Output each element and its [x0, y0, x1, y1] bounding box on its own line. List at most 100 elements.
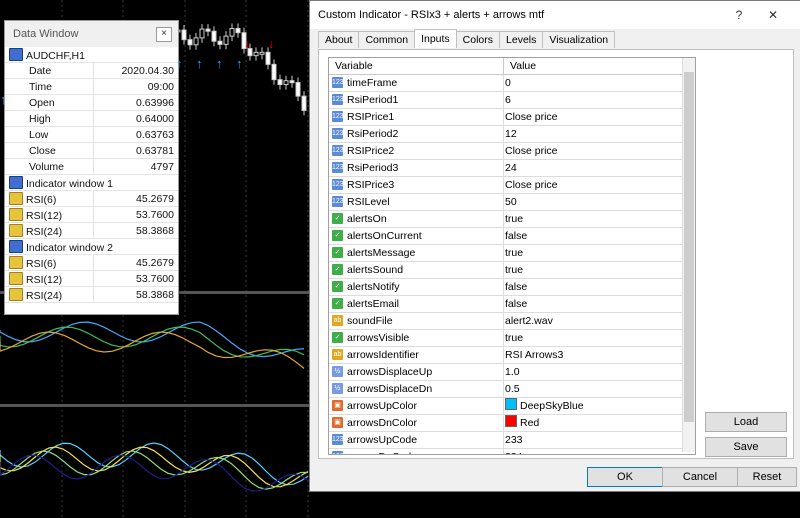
parameter-row[interactable]: 123 timeFrame 0 [329, 75, 695, 92]
parameter-row[interactable]: ✓ alertsEmail false [329, 296, 695, 313]
value-column-header[interactable]: Value [504, 58, 536, 74]
parameter-value[interactable]: 24 [505, 160, 517, 176]
parameter-value[interactable]: 233 [505, 432, 523, 448]
parameter-row[interactable]: ✓ alertsOn true [329, 211, 695, 228]
parameter-value[interactable]: true [505, 330, 523, 346]
parameter-row[interactable]: 123arrowsDnCode234 [329, 449, 695, 454]
parameter-row[interactable]: 123 arrowsUpCode 233 [329, 432, 695, 449]
parameter-value[interactable]: Close price [505, 143, 558, 159]
parameter-row[interactable]: ✓ alertsNotify false [329, 279, 695, 296]
parameter-row[interactable]: ✓ alertsMessage true [329, 245, 695, 262]
candle-body [277, 79, 283, 86]
parameter-value[interactable]: false [505, 228, 527, 244]
parameter-value[interactable]: true [505, 211, 523, 227]
parameter-row[interactable]: 123 RsiPeriod2 12 [329, 126, 695, 143]
parameter-row[interactable]: ab arrowsIdentifier RSI Arrows3 [329, 347, 695, 364]
parameter-value[interactable]: false [505, 279, 527, 295]
parameter-value[interactable]: true [505, 245, 523, 261]
parameter-row[interactable]: 123 RsiPeriod1 6 [329, 92, 695, 109]
indicator-label: RSI(24) [5, 286, 94, 303]
parameter-value[interactable]: 50 [505, 194, 517, 210]
help-icon[interactable]: ? [728, 5, 750, 25]
indicator-name: RSI(24) [26, 289, 63, 302]
parameter-name: RsiPeriod1 [347, 94, 399, 106]
parameter-name-cell: 123 RsiPeriod2 [329, 126, 504, 142]
parameter-name: RsiPeriod3 [347, 162, 399, 174]
rsi-line [0, 321, 305, 358]
parameter-row[interactable]: 123 RSILevel 50 [329, 194, 695, 211]
parameter-name-cell: 123 RSILevel [329, 194, 504, 210]
tab-about[interactable]: About [318, 31, 360, 48]
indicator-icon [9, 287, 23, 301]
parameter-name: alertsMessage [347, 247, 416, 259]
load-button[interactable]: Load [705, 412, 787, 432]
parameter-name: alertsOnCurrent [347, 230, 422, 242]
parameter-name: arrowsVisible [347, 332, 410, 344]
field-value: 4797 [92, 158, 178, 175]
custom-indicator-dialog[interactable]: Custom Indicator - RSIx3 + alerts + arro… [309, 0, 800, 492]
close-icon[interactable]: × [156, 27, 172, 42]
candle-body [283, 80, 289, 86]
parameter-value[interactable]: 0.5 [505, 381, 520, 397]
vertical-scrollbar[interactable] [682, 58, 695, 452]
parameters-grid[interactable]: Variable Value 123 timeFrame 0 123 RsiPeriod1… [328, 57, 696, 455]
variable-column-header[interactable]: Variable [329, 58, 504, 74]
save-button[interactable]: Save [705, 437, 787, 457]
tab-visualization[interactable]: Visualization [542, 31, 616, 48]
down-arrow-icon: ↓ [268, 36, 275, 51]
tab-inputs[interactable]: Inputs [414, 29, 457, 48]
field-label: Open [5, 94, 94, 111]
parameter-value[interactable]: Red [505, 415, 539, 431]
candle-body [211, 30, 217, 42]
parameter-row[interactable]: ab soundFile alert2.wav [329, 313, 695, 330]
dialog-titlebar[interactable]: Custom Indicator - RSIx3 + alerts + arro… [310, 1, 800, 29]
parameter-value[interactable]: alert2.wav [505, 313, 553, 329]
parameter-value[interactable]: Close price [505, 109, 558, 125]
parameter-name: arrowsDnColor [347, 417, 418, 429]
parameter-row[interactable]: ½ arrowsDisplaceUp 1.0 [329, 364, 695, 381]
parameter-value-text: 234 [505, 451, 523, 454]
parameter-value-text: 1.0 [505, 366, 520, 378]
tab-common[interactable]: Common [358, 31, 416, 48]
parameter-row[interactable]: 123 RsiPeriod3 24 [329, 160, 695, 177]
parameter-value[interactable]: DeepSkyBlue [505, 398, 584, 414]
tab-colors[interactable]: Colors [455, 31, 501, 48]
parameter-row[interactable]: ✓ arrowsVisible true [329, 330, 695, 347]
candle-body [205, 28, 211, 32]
parameter-name-cell: ✓ alertsMessage [329, 245, 504, 261]
data-window[interactable]: Data Window × AUDCHF,H1 Date 2020.04.30 Tim… [4, 20, 179, 315]
parameter-row[interactable]: 123 RSIPrice1 Close price [329, 109, 695, 126]
parameter-value[interactable]: 234 [505, 449, 523, 454]
parameter-row[interactable]: 123 RSIPrice3 Close price [329, 177, 695, 194]
parameter-value[interactable]: 12 [505, 126, 517, 142]
parameter-row[interactable]: ✓ alertsOnCurrent false [329, 228, 695, 245]
parameter-row[interactable]: ▣ arrowsUpColor DeepSkyBlue [329, 398, 695, 415]
parameter-value[interactable]: 0 [505, 75, 511, 91]
indicator-name: RSI(6) [26, 193, 57, 206]
cancel-button[interactable]: Cancel [662, 467, 738, 487]
parameter-row[interactable]: ½ arrowsDisplaceDn 0.5 [329, 381, 695, 398]
parameter-value[interactable]: 1.0 [505, 364, 520, 380]
tab-levels[interactable]: Levels [499, 31, 544, 48]
parameter-name-cell: 123arrowsDnCode [329, 449, 504, 454]
reset-button[interactable]: Reset [737, 467, 797, 487]
parameter-row[interactable]: ▣ arrowsDnColor Red [329, 415, 695, 432]
parameter-name: arrowsDisplaceDn [347, 383, 433, 395]
parameter-value[interactable]: 6 [505, 92, 511, 108]
parameter-value[interactable]: RSI Arrows3 [505, 347, 563, 363]
parameter-value[interactable]: Close price [505, 177, 558, 193]
parameter-name: arrowsIdentifier [347, 349, 419, 361]
col-type-icon: ▣ [332, 417, 343, 428]
data-window-titlebar[interactable]: Data Window × [5, 21, 178, 47]
parameter-row[interactable]: 123 RSIPrice2 Close price [329, 143, 695, 160]
parameter-name-cell: ½ arrowsDisplaceDn [329, 381, 504, 397]
scrollbar-thumb[interactable] [684, 72, 694, 422]
parameter-value[interactable]: true [505, 262, 523, 278]
parameter-name-cell: 123 RSIPrice3 [329, 177, 504, 193]
close-icon[interactable]: ✕ [762, 5, 784, 25]
ok-button[interactable]: OK [587, 467, 663, 487]
candle-body [181, 29, 187, 41]
candle-body [187, 39, 193, 46]
parameter-row[interactable]: ✓ alertsSound true [329, 262, 695, 279]
parameter-value[interactable]: false [505, 296, 527, 312]
